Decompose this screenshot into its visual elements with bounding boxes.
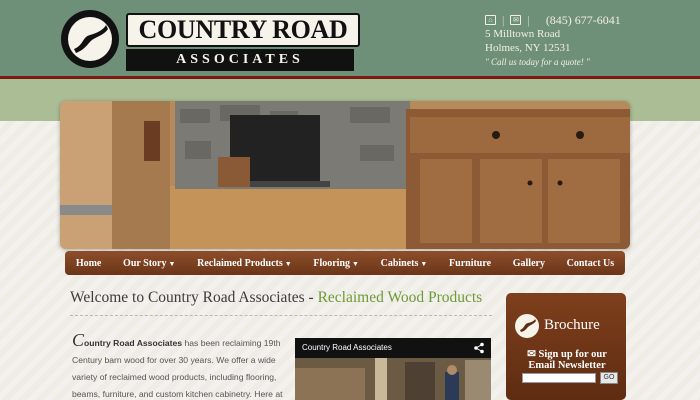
caret-down-icon: ▼ bbox=[284, 259, 292, 268]
go-button[interactable]: GO bbox=[600, 372, 618, 384]
brand-subtitle: ASSOCIATES bbox=[126, 49, 354, 71]
nav-item-reclaimed-products[interactable]: Reclaimed Products ▼ bbox=[197, 258, 292, 269]
video-thumbnail bbox=[295, 358, 491, 400]
intro-paragraph: Country Road Associates has been reclaim… bbox=[72, 331, 290, 400]
site-logo[interactable]: COUNTRY ROAD ASSOCIATES bbox=[60, 9, 360, 71]
nav-label: Home bbox=[75, 257, 102, 269]
welcome-text: Welcome to Country Road Associates - bbox=[70, 289, 318, 306]
nav-label: Furniture bbox=[449, 257, 492, 269]
video-title-bar: Country Road Associates bbox=[295, 338, 491, 358]
hero-image bbox=[60, 101, 630, 249]
nav-item-gallery[interactable]: Gallery bbox=[513, 258, 545, 269]
signup-line-2: Email Newsletter bbox=[528, 360, 606, 371]
brochure-logo-icon[interactable] bbox=[514, 313, 540, 339]
caret-down-icon: ▼ bbox=[352, 259, 359, 268]
page-title: Welcome to Country Road Associates - Rec… bbox=[70, 289, 500, 307]
video-player[interactable]: Country Road Associates bbox=[295, 338, 491, 400]
nav-label: Contact Us bbox=[566, 257, 615, 269]
brand-name: COUNTRY ROAD bbox=[126, 13, 360, 47]
intro-bold: ountry Road Associates bbox=[84, 338, 183, 348]
share-icon[interactable] bbox=[473, 342, 485, 354]
drop-cap: C bbox=[72, 330, 85, 350]
caret-down-icon: ▼ bbox=[168, 259, 176, 268]
separator: | bbox=[527, 13, 530, 27]
nav-item-our-story[interactable]: Our Story ▼ bbox=[123, 258, 175, 269]
nav-item-furniture[interactable]: Furniture bbox=[449, 258, 491, 269]
caret-down-icon: ▼ bbox=[420, 259, 428, 268]
separator: | bbox=[502, 13, 505, 27]
saw-blade-logo-icon bbox=[61, 10, 119, 68]
mail-icon[interactable]: ✉ bbox=[510, 15, 522, 25]
address-line-2: Holmes, NY 12531 bbox=[485, 42, 571, 54]
hero-room-illustration bbox=[60, 101, 630, 249]
contact-info: ⌂ | ✉ | (845) 677-6041 5 Milltown Road H… bbox=[485, 13, 655, 69]
nav-label: Reclaimed Products bbox=[197, 257, 283, 269]
nav-label: Cabinets bbox=[380, 257, 419, 269]
nav-item-home[interactable]: Home bbox=[76, 258, 102, 269]
nav-label: Gallery bbox=[512, 257, 545, 269]
nav-item-cabinets[interactable]: Cabinets ▼ bbox=[381, 258, 428, 269]
nav-label: Our Story bbox=[123, 257, 167, 269]
phone-number[interactable]: (845) 677-6041 bbox=[546, 13, 621, 27]
brochure-link[interactable]: Brochure bbox=[544, 317, 600, 334]
main-nav: Home Our Story ▼ Reclaimed Products ▼ Floorin… bbox=[65, 251, 625, 275]
nav-label: Flooring bbox=[313, 257, 351, 269]
newsletter-heading: ✉ Sign up for our Email Newsletter bbox=[512, 349, 622, 371]
welcome-accent: Reclaimed Wood Products bbox=[317, 289, 483, 306]
nav-item-contact-us[interactable]: Contact Us bbox=[567, 258, 615, 269]
address-line-1: 5 Milltown Road bbox=[485, 28, 561, 40]
home-icon[interactable]: ⌂ bbox=[485, 15, 496, 25]
quote-tagline: " Call us today for a quote! " bbox=[485, 57, 590, 67]
envelope-icon: ✉ bbox=[527, 349, 539, 360]
signup-line-1: Sign up for our bbox=[538, 349, 607, 360]
sidebar-panel: Brochure ✉ Sign up for our Email Newslet… bbox=[506, 293, 626, 400]
video-title[interactable]: Country Road Associates bbox=[302, 343, 392, 352]
dashed-divider bbox=[70, 315, 492, 316]
nav-item-flooring[interactable]: Flooring ▼ bbox=[313, 258, 359, 269]
email-field[interactable] bbox=[522, 373, 596, 383]
